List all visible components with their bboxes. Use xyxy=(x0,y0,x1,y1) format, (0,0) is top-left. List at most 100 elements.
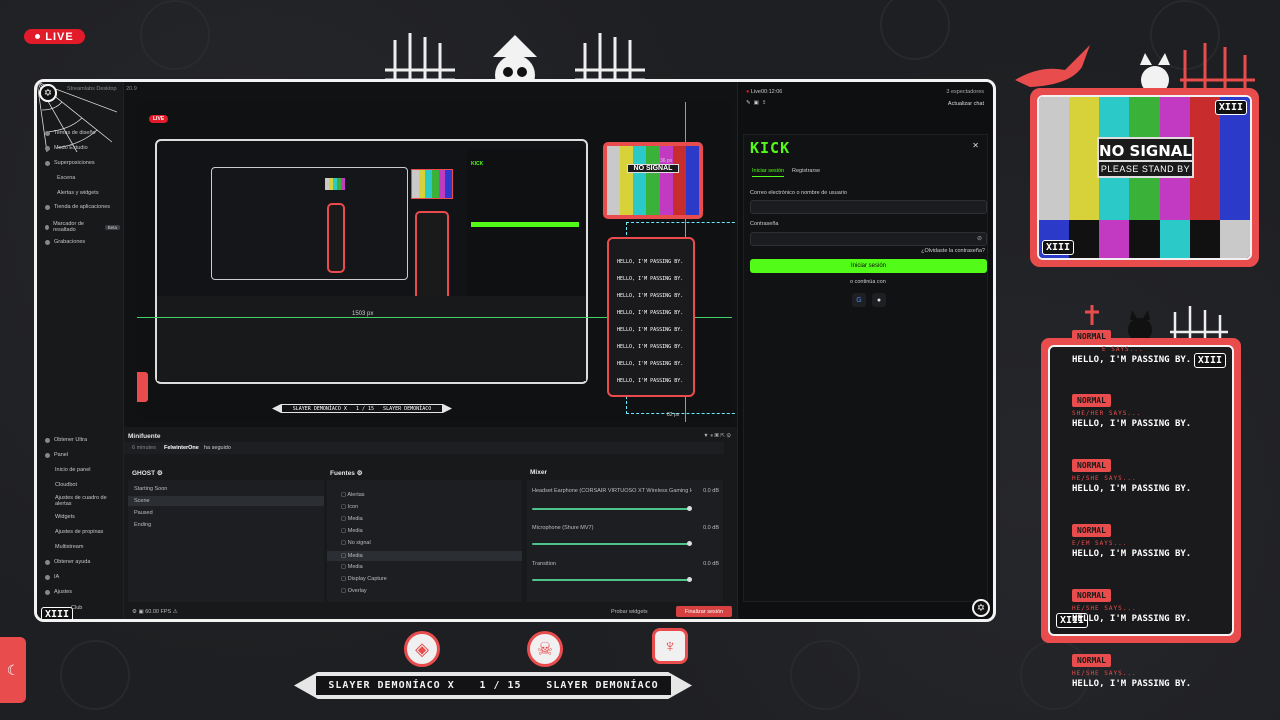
sidebar-item-appstore[interactable]: Tienda de aplicaciones xyxy=(45,204,115,210)
chat-tool-icons[interactable]: ✎ ▣ ⇪ xyxy=(746,100,767,106)
source-item[interactable]: ▢ Media xyxy=(341,564,363,570)
sidebar-item-alerts[interactable]: Alertas y widgets xyxy=(57,190,99,196)
layers-icon xyxy=(45,160,50,166)
forgot-password-link[interactable]: ¿Olvidaste la contraseña? xyxy=(921,248,985,254)
message-text: HELLO, I'M PASSING BY. xyxy=(1072,614,1192,624)
chat-message: NORMAL E/EM SAYS... HELLO, I'M PASSING B… xyxy=(1072,520,1242,559)
beta-badge: Beta xyxy=(104,224,120,230)
google-login-icon[interactable]: G xyxy=(852,293,866,307)
role-tag: NORMAL xyxy=(1072,459,1111,472)
pentagram-decor xyxy=(790,640,860,710)
scene-item[interactable]: Starting Soon xyxy=(134,486,167,492)
viewer-count: 3 espectadores xyxy=(946,89,984,95)
editor-dock: Minifuente ▼ ⏸ ▣ ⇱ ⚙ 6 minutes Felwinter… xyxy=(124,427,737,619)
source-item[interactable]: ▢ Media xyxy=(341,528,363,534)
xiii-badge: XIII xyxy=(1214,100,1247,115)
demon-dice-icon: ♆ xyxy=(652,628,688,664)
minifeed-event: 6 minutes FelwinterOne ha seguido xyxy=(124,442,724,454)
close-icon[interactable]: ✕ xyxy=(972,141,979,150)
apple-login-icon[interactable]: ● xyxy=(872,293,886,307)
pronoun-label: HE/SHE SAYS... xyxy=(1072,475,1137,482)
no-signal-widget: NO SIGNAL PLEASE STAND BY XIII XIII xyxy=(1030,88,1259,267)
volume-slider[interactable] xyxy=(532,541,692,546)
sidebar-item-widgets[interactable]: Widgets xyxy=(55,514,75,520)
volume-slider[interactable] xyxy=(532,577,692,582)
color-bar xyxy=(1189,220,1220,258)
mini-kick-panel: KICK xyxy=(467,149,585,299)
scene-item[interactable]: Ending xyxy=(134,522,151,528)
minifeed-controls[interactable]: ▼ ⏸ ▣ ⇱ ⚙ xyxy=(703,433,731,440)
sidebar-item-studio[interactable]: Modo Estudio xyxy=(45,145,88,151)
color-bar xyxy=(1129,220,1160,258)
nested-preview-window: KICK 1503 px xyxy=(155,139,588,384)
sidebar-item-highlighter[interactable]: Marcador de resaltado Beta xyxy=(45,221,120,233)
sidebar-item-help[interactable]: Obtener ayuda xyxy=(45,559,90,565)
eye-off-icon[interactable]: ⊘ xyxy=(977,235,982,242)
slayer-count: 1 / 15 xyxy=(479,680,522,691)
sidebar-item-panel-home[interactable]: Inicio de panel xyxy=(55,467,90,473)
store-icon xyxy=(45,204,50,210)
email-field[interactable] xyxy=(750,200,987,214)
message-text: HELLO, I'M PASSING BY. xyxy=(1072,419,1192,429)
moon-icon[interactable]: ☾ xyxy=(0,637,26,703)
sidebar-item-overlays[interactable]: Superposiciones xyxy=(45,160,95,166)
sidebar-item-panel[interactable]: Panel xyxy=(45,452,68,458)
color-bar xyxy=(1159,220,1190,258)
preview-live-badge: LIVE xyxy=(149,115,169,123)
minifeed-title: Minifuente xyxy=(128,433,161,440)
login-button[interactable]: Iniciar sesión xyxy=(750,259,987,273)
refresh-chat-button[interactable]: Actualizar chat xyxy=(948,101,984,107)
slayer-left-text: SLAYER DEMONÍACO X xyxy=(328,680,455,691)
test-widgets-button[interactable]: Probar widgets xyxy=(611,609,648,615)
app-title: Streamlabs Desktop 20.9 xyxy=(67,86,137,92)
source-item[interactable]: ▢ Overlay xyxy=(341,588,367,594)
scene-item[interactable]: Paused xyxy=(134,510,153,516)
gear-icon xyxy=(45,589,50,595)
message-text: HELLO, I'M PASSING BY. xyxy=(1072,355,1192,365)
role-tag: NORMAL xyxy=(1072,330,1111,343)
sources-panel: ▢ Alertas ▢ Icon ▢ Media ▢ Media ▢ No si… xyxy=(327,480,522,602)
password-field[interactable]: ⊘ xyxy=(750,232,987,246)
sidebar-item-cloudbot[interactable]: Cloudbot xyxy=(55,482,77,488)
help-icon xyxy=(45,559,50,565)
mini-tv-2 xyxy=(411,169,453,199)
pronoun-label: E SAYS... xyxy=(1102,346,1144,353)
source-item[interactable]: ▢ No signal xyxy=(341,540,371,546)
message-text: HELLO, I'M PASSING BY. xyxy=(1072,484,1192,494)
scene-item-selected[interactable]: Scene xyxy=(128,496,324,506)
tab-login[interactable]: Iniciar sesión xyxy=(752,168,785,177)
tab-register[interactable]: Registrarse xyxy=(792,168,820,174)
scenes-panel: Starting Soon Scene Paused Ending xyxy=(128,480,324,602)
volume-slider[interactable] xyxy=(532,506,692,511)
sidebar-item-ultra[interactable]: Obtener Ultra xyxy=(45,437,87,443)
sidebar-item-ai[interactable]: IA xyxy=(45,574,59,580)
mini-tv xyxy=(325,178,345,190)
sidebar-item-multistream[interactable]: Multistream xyxy=(55,544,83,550)
nested-preview-inner xyxy=(211,167,408,280)
sidebar-item-alertbox[interactable]: Ajustes de cuadro de alertas xyxy=(55,495,115,507)
sidebar-item-settings[interactable]: Ajustes xyxy=(45,589,72,595)
end-stream-button[interactable]: Finalizar sesión xyxy=(676,606,732,617)
sidebar-item-scene[interactable]: Escena xyxy=(57,175,75,181)
source-item[interactable]: ▢ Display Capture xyxy=(341,576,387,582)
source-item[interactable]: ▢ Media xyxy=(341,516,363,522)
color-bar xyxy=(1099,220,1130,258)
mini-chat xyxy=(327,203,345,273)
ai-icon xyxy=(45,574,50,580)
chat-message: NORMAL HE/SHE SAYS... HELLO, I'M PASSING… xyxy=(1072,650,1242,689)
sidebar-item-tips[interactable]: Ajustes de propinas xyxy=(55,529,103,535)
sidebar-item-temas[interactable]: Temas de diseño xyxy=(45,130,96,136)
source-item-selected[interactable]: ▢ Media xyxy=(327,551,522,561)
stream-preview[interactable]: LIVE KICK 1503 px NO SIGNAL 36 px HELLO,… xyxy=(137,102,750,422)
mixer-db: 0.0 dB xyxy=(703,488,719,494)
source-item[interactable]: ▢ Icon xyxy=(341,504,358,510)
d20-dice-icon: ◈ xyxy=(404,631,440,667)
color-bar xyxy=(1219,220,1250,258)
preview-chat-widget[interactable]: HELLO, I'M PASSING BY. HELLO, I'M PASSING… xyxy=(607,237,695,397)
preview-tv-widget[interactable]: NO SIGNAL xyxy=(603,142,703,219)
source-item[interactable]: ▢ Alertas xyxy=(341,492,365,498)
chat-message: NORMAL E SAYS... HELLO, I'M PASSING BY. xyxy=(1072,326,1242,365)
sidebar-item-recordings[interactable]: Grabaciones xyxy=(45,239,85,245)
role-tag: NORMAL xyxy=(1072,394,1111,407)
mixer-panel: Headset Earphone (CORSAIR VIRTUOSO XT Wi… xyxy=(527,480,723,602)
